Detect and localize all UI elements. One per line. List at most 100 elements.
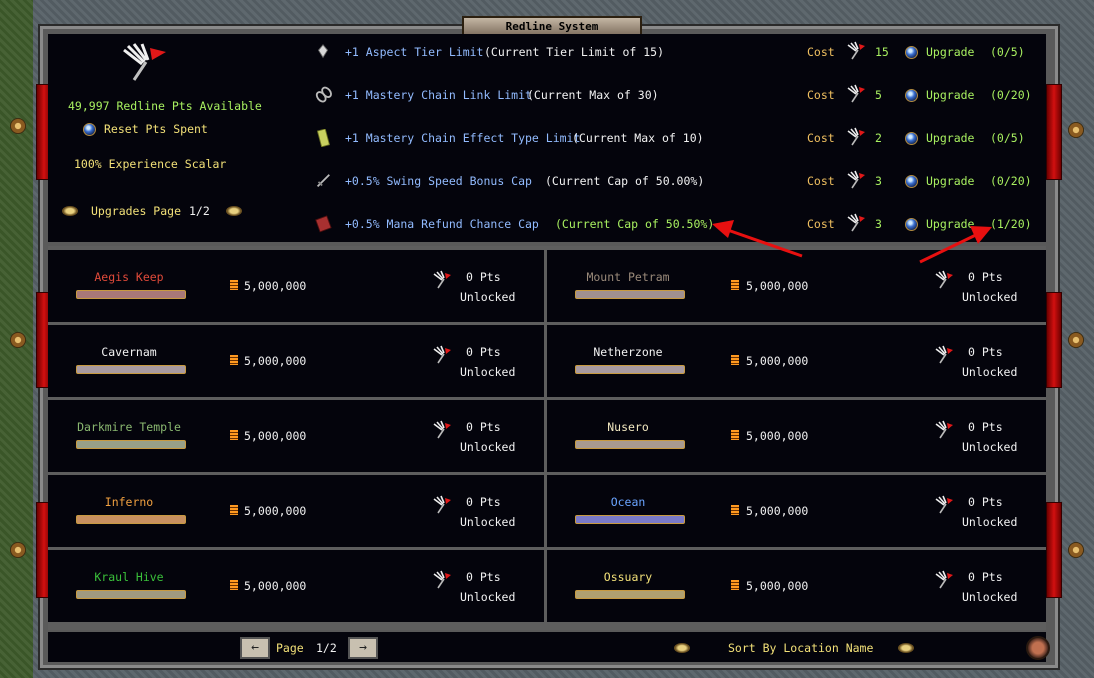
page-next-button[interactable]: → [348,637,378,659]
page-prev-button[interactable]: ← [240,637,270,659]
redline-points-icon [847,127,865,146]
gold-icon [731,430,739,440]
redline-points-icon [935,495,953,514]
location-name: Cavernam [101,345,157,359]
location-cell[interactable]: Ossuary 5,000,000 0 Pts Unlocked [547,550,1046,622]
upgrade-button[interactable]: Upgrade [926,217,974,231]
location-progress-bar [575,515,685,524]
location-name: Nusero [607,420,649,434]
upgrade-current-value: (Current Max of 30) [527,88,659,102]
reset-points-button[interactable]: Reset Pts Spent [104,122,208,136]
gold-icon [230,355,238,365]
upgrade-button[interactable]: Upgrade [926,88,974,102]
points-available: 49,997 Redline Pts Available [68,99,262,113]
upgrade-button[interactable]: Upgrade [926,45,974,59]
location-gold-cost: 5,000,000 [746,354,809,368]
location-gold-cost: 5,000,000 [746,429,809,443]
upgrade-current-value: (Current Cap of 50.50%) [555,217,715,231]
upgrade-cost: 3 [875,217,882,231]
dagger-icon [316,174,330,188]
close-button[interactable] [1026,636,1050,660]
redline-points-icon [935,270,953,289]
left-knob-1 [10,118,26,134]
redline-points-icon [433,570,451,589]
upgrades-page-next-button[interactable] [226,206,242,216]
upgrade-gem-icon[interactable] [905,218,918,231]
location-cell[interactable]: Nusero 5,000,000 0 Pts Unlocked [547,400,1046,472]
upgrades-page-value: 1/2 [189,204,210,218]
redline-emblem-icon [123,43,166,81]
location-cell[interactable]: Darkmire Temple 5,000,000 0 Pts Unlocked [48,400,544,472]
redline-points-icon [935,345,953,364]
location-gold-cost: 5,000,000 [244,429,307,443]
upgrade-cost: 5 [875,88,882,102]
location-progress-bar [76,365,186,374]
location-name: Kraul Hive [94,570,164,584]
location-status: Unlocked [962,590,1018,604]
redline-points-icon [433,270,451,289]
location-gold-cost: 5,000,000 [244,579,307,593]
location-status: Unlocked [460,440,516,454]
location-points: 0 Pts [466,420,501,434]
location-points: 0 Pts [968,495,1003,509]
redline-points-icon [847,170,865,189]
upgrade-gem-icon[interactable] [905,175,918,188]
upgrade-progress: (1/20) [990,217,1032,231]
location-gold-cost: 5,000,000 [746,579,809,593]
location-points: 0 Pts [968,345,1003,359]
upgrades-page-prev-button[interactable] [62,206,78,216]
location-status: Unlocked [962,515,1018,529]
location-points: 0 Pts [968,420,1003,434]
redline-points-icon [433,345,451,364]
upgrade-button[interactable]: Upgrade [926,174,974,188]
reset-gem-icon[interactable] [83,123,96,136]
location-progress-bar [575,440,685,449]
cost-label: Cost [807,131,835,145]
location-progress-bar [76,290,186,299]
upgrade-progress: (0/5) [990,131,1025,145]
location-cell[interactable]: Aegis Keep 5,000,000 0 Pts Unlocked [48,250,544,322]
location-gold-cost: 5,000,000 [746,504,809,518]
upgrade-gem-icon[interactable] [905,46,918,59]
location-progress-bar [76,590,186,599]
cost-label: Cost [807,88,835,102]
location-status: Unlocked [460,590,516,604]
upgrade-cost: 15 [875,45,889,59]
location-cell[interactable]: Mount Petram 5,000,000 0 Pts Unlocked [547,250,1046,322]
location-cell[interactable]: Inferno 5,000,000 0 Pts Unlocked [48,475,544,547]
chain-icon [315,86,332,103]
redline-points-icon [847,84,865,103]
gold-icon [230,580,238,590]
location-cell[interactable]: Ocean 5,000,000 0 Pts Unlocked [547,475,1046,547]
gold-icon [731,355,739,365]
redline-points-icon [847,213,865,232]
location-points: 0 Pts [466,270,501,284]
upgrade-button[interactable]: Upgrade [926,131,974,145]
sort-prev-button[interactable] [674,643,690,653]
location-gold-cost: 5,000,000 [244,504,307,518]
gold-icon [230,430,238,440]
redline-points-icon [847,41,865,60]
location-name: Darkmire Temple [77,420,181,434]
page-value: 1/2 [316,641,337,655]
upgrade-progress: (0/20) [990,88,1032,102]
left-knob-2 [10,332,26,348]
right-knob-2 [1068,332,1084,348]
upgrade-current-value: (Current Max of 10) [572,131,704,145]
sort-next-button[interactable] [898,643,914,653]
location-points: 0 Pts [466,570,501,584]
location-cell[interactable]: Kraul Hive 5,000,000 0 Pts Unlocked [48,550,544,622]
location-status: Unlocked [460,365,516,379]
location-cell[interactable]: Netherzone 5,000,000 0 Pts Unlocked [547,325,1046,397]
page-label: Page [276,641,304,655]
footer-bar [48,632,1046,662]
upgrade-label: +1 Aspect Tier Limit [345,45,484,59]
location-progress-bar [575,290,685,299]
right-knob-1 [1068,122,1084,138]
upgrade-gem-icon[interactable] [905,132,918,145]
upgrade-label: +0.5% Swing Speed Bonus Cap [345,174,532,188]
location-gold-cost: 5,000,000 [746,279,809,293]
upgrade-gem-icon[interactable] [905,89,918,102]
location-cell[interactable]: Cavernam 5,000,000 0 Pts Unlocked [48,325,544,397]
sort-label: Sort By Location Name [728,641,874,655]
